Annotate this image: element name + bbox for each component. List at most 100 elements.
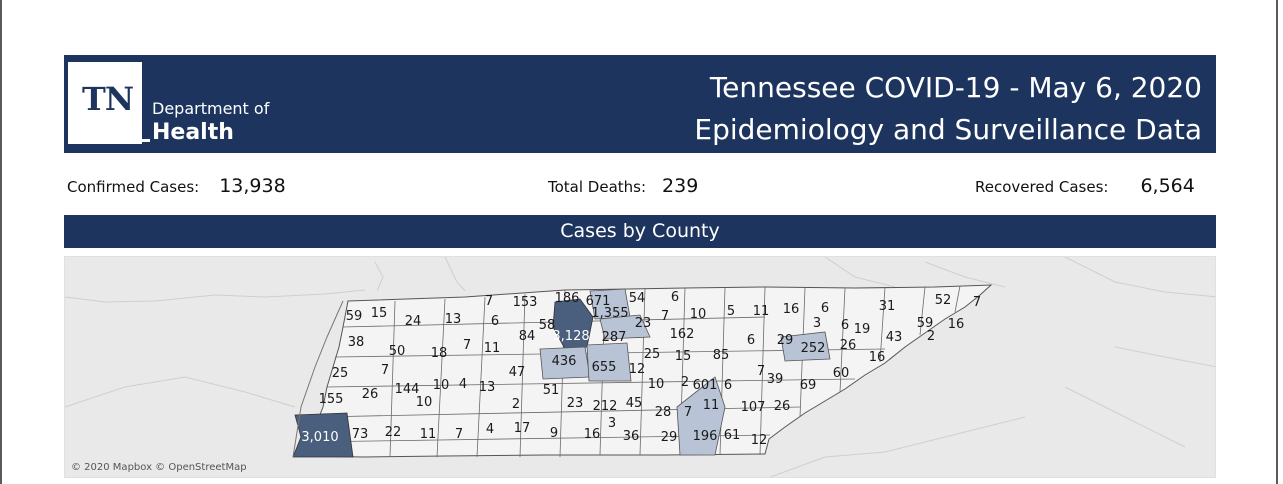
county-case-count[interactable]: 36 — [623, 429, 640, 444]
county-case-count[interactable]: 31 — [879, 299, 896, 314]
county-case-count[interactable]: 25 — [332, 366, 349, 381]
map-attribution[interactable]: © 2020 Mapbox © OpenStreetMap — [71, 462, 247, 473]
county-case-count[interactable]: 26 — [840, 338, 857, 353]
county-case-count[interactable]: 2 — [512, 397, 520, 412]
county-case-count[interactable]: 10 — [433, 378, 450, 393]
county-case-count[interactable]: 19 — [854, 322, 871, 337]
county-case-count[interactable]: 7 — [381, 363, 389, 378]
county-case-count[interactable]: 13 — [479, 380, 496, 395]
county-case-count[interactable]: 59 — [346, 309, 363, 324]
county-case-count[interactable]: 51 — [543, 383, 560, 398]
county-case-count[interactable]: 29 — [661, 430, 678, 445]
county-case-count[interactable]: 212 — [593, 399, 618, 414]
county-map-canvas[interactable]: 7 153 186 671 54 659 1524 13 6 581,355 7 10 5 11 16 6 31… — [65, 257, 1216, 478]
county-case-count[interactable]: 69 — [800, 378, 817, 393]
county-case-count[interactable]: 186 — [555, 291, 580, 306]
county-case-count[interactable]: 16 — [584, 427, 601, 442]
county-case-count[interactable]: 436 — [552, 354, 577, 369]
county-case-count[interactable]: 6 — [491, 314, 499, 329]
dashboard-subtitle: Epidemiology and Surveillance Data — [694, 113, 1202, 146]
window-border-right — [1276, 0, 1278, 484]
county-case-count[interactable]: 155 — [319, 392, 344, 407]
county-case-count[interactable]: 10 — [690, 307, 707, 322]
county-case-count[interactable]: 16 — [948, 317, 965, 332]
county-case-count[interactable]: 43 — [886, 330, 903, 345]
county-case-count[interactable]: 11 — [420, 427, 437, 442]
county-case-count[interactable]: 4 — [486, 422, 494, 437]
recovered-cases-stat: Recovered Cases: 6,564 — [975, 175, 1195, 197]
county-case-count[interactable]: 18 — [431, 346, 448, 361]
county-case-count[interactable]: 2 — [927, 329, 935, 344]
county-case-count[interactable]: 5 — [727, 304, 735, 319]
county-case-count[interactable]: 655 — [592, 360, 617, 375]
recovered-cases-value: 6,564 — [1140, 175, 1195, 197]
dashboard-header: TN Department of Health Tennessee COVID-… — [64, 55, 1216, 153]
recovered-cases-label: Recovered Cases: — [975, 178, 1109, 196]
county-case-count[interactable]: 6 — [821, 301, 829, 316]
county-case-count[interactable]: 7 — [757, 364, 765, 379]
county-case-count[interactable]: 6 — [747, 333, 755, 348]
county-case-count[interactable]: 39 — [767, 372, 784, 387]
county-case-count[interactable]: 61 — [724, 428, 741, 443]
county-case-count[interactable]: 7 — [455, 427, 463, 442]
county-case-count[interactable]: 601 — [693, 378, 718, 393]
county-case-count[interactable]: 6 — [724, 378, 732, 393]
county-case-count[interactable]: 25 — [644, 347, 661, 362]
logo-department-text: Department of — [152, 99, 270, 118]
county-case-count[interactable]: 13 — [445, 312, 462, 327]
county-case-count[interactable]: 50 — [389, 344, 406, 359]
county-case-count[interactable]: 3,128 — [552, 329, 589, 344]
county-case-count[interactable]: 3 — [813, 316, 821, 331]
county-case-count[interactable]: 60 — [833, 366, 850, 381]
county-case-count[interactable]: 7 — [973, 295, 981, 310]
county-case-count[interactable]: 85 — [713, 348, 730, 363]
county-case-count[interactable]: 45 — [626, 396, 643, 411]
county-case-count[interactable]: 7 — [463, 338, 471, 353]
county-case-count[interactable]: 9 — [550, 426, 558, 441]
county-case-count[interactable]: 28 — [655, 405, 672, 420]
county-case-count[interactable]: 12 — [629, 362, 646, 377]
county-case-count[interactable]: 10 — [648, 377, 665, 392]
county-case-count[interactable]: 162 — [670, 327, 695, 342]
county-case-count[interactable]: 52 — [935, 293, 952, 308]
county-case-count[interactable]: 11 — [753, 304, 770, 319]
county-case-count[interactable]: 15 — [675, 349, 692, 364]
county-case-count[interactable]: 6 — [841, 318, 849, 333]
county-case-count[interactable]: 1,355 — [591, 306, 628, 321]
county-case-count[interactable]: 38 — [348, 335, 365, 350]
county-case-count[interactable]: 3 — [608, 416, 616, 431]
county-case-count[interactable]: 11 — [703, 398, 720, 413]
county-case-count[interactable]: 16 — [783, 302, 800, 317]
county-case-count[interactable]: 16 — [869, 350, 886, 365]
county-case-count[interactable]: 4 — [459, 377, 467, 392]
county-map[interactable]: 7 153 186 671 54 6 59 15 24 13 6 58 1,355 7 10 5 11 16 6 31… — [64, 256, 1216, 478]
county-case-count[interactable]: 7 — [661, 309, 669, 324]
county-case-count[interactable]: 22 — [385, 425, 402, 440]
county-case-count[interactable]: 252 — [801, 341, 826, 356]
county-case-count[interactable]: 3,010 — [301, 430, 338, 445]
county-case-count[interactable]: 196 — [693, 429, 718, 444]
county-case-count[interactable]: 153 — [513, 295, 538, 310]
county-case-count[interactable]: 11 — [484, 341, 501, 356]
county-case-count[interactable]: 7 — [684, 405, 692, 420]
county-case-count[interactable]: 6 — [671, 290, 679, 305]
county-case-count[interactable]: 24 — [405, 314, 422, 329]
county-case-count[interactable]: 12 — [751, 433, 768, 448]
county-case-count[interactable]: 84 — [519, 329, 536, 344]
county-case-count[interactable]: 47 — [509, 365, 526, 380]
county-case-count[interactable]: 54 — [629, 291, 646, 306]
county-case-count[interactable]: 29 — [777, 333, 794, 348]
county-case-count[interactable]: 10 — [416, 395, 433, 410]
county-case-count[interactable]: 2 — [681, 375, 689, 390]
county-case-count[interactable]: 107 — [741, 400, 766, 415]
county-case-count[interactable]: 287 — [602, 330, 627, 345]
cases-by-county-title: Cases by County — [64, 215, 1216, 248]
county-case-count[interactable]: 23 — [635, 316, 652, 331]
county-case-count[interactable]: 17 — [514, 421, 531, 436]
county-case-count[interactable]: 26 — [362, 387, 379, 402]
county-case-count[interactable]: 15 — [371, 306, 388, 321]
county-case-count[interactable]: 7 — [485, 294, 493, 309]
county-case-count[interactable]: 26 — [774, 399, 791, 414]
county-case-count[interactable]: 23 — [567, 396, 584, 411]
county-case-count[interactable]: 73 — [352, 427, 369, 442]
